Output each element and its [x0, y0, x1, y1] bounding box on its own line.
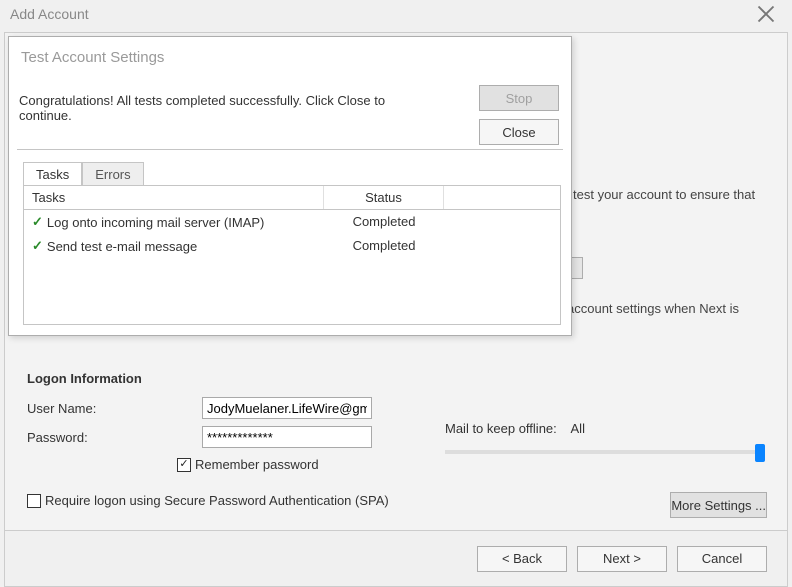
tasks-table-header: Tasks Status	[24, 186, 560, 210]
partial-description-1: test your account to ensure that	[573, 187, 763, 202]
remember-password-row[interactable]: Remember password	[177, 457, 319, 472]
tab-bar: Tasks Errors	[23, 161, 144, 188]
mail-offline-value: All	[571, 421, 585, 436]
divider	[17, 149, 563, 150]
checkmark-icon: ✓	[32, 238, 43, 254]
mail-offline-slider[interactable]	[445, 450, 763, 454]
col-status: Status	[324, 186, 444, 209]
task-status: Completed	[324, 212, 444, 232]
dialog-title: Test Account Settings	[21, 49, 164, 66]
username-label: User Name:	[27, 401, 202, 416]
back-button[interactable]: < Back	[477, 546, 567, 572]
task-name: Send test e-mail message	[47, 239, 197, 254]
checkmark-icon: ✓	[32, 214, 43, 230]
task-status: Completed	[324, 236, 444, 256]
tasks-table: Tasks Status ✓ Log onto incoming mail se…	[23, 185, 561, 325]
password-label: Password:	[27, 430, 202, 445]
remember-password-label: Remember password	[195, 457, 319, 472]
cancel-button[interactable]: Cancel	[677, 546, 767, 572]
add-account-window: Add Account test your account to ensure …	[0, 0, 792, 587]
password-row: Password:	[27, 426, 372, 448]
username-field[interactable]	[202, 397, 372, 419]
table-row: ✓ Send test e-mail message Completed	[24, 234, 560, 258]
mail-offline-section: Mail to keep offline: All	[445, 421, 763, 454]
logon-information-header: Logon Information	[27, 371, 142, 386]
partial-description-2: account settings when Next is	[567, 301, 753, 316]
test-account-settings-dialog: Test Account Settings Congratulations! A…	[8, 36, 572, 336]
wizard-footer: < Back Next > Cancel	[5, 530, 787, 586]
slider-thumb[interactable]	[755, 444, 765, 462]
username-row: User Name:	[27, 397, 372, 419]
col-tasks: Tasks	[24, 186, 324, 209]
stop-button: Stop	[479, 85, 559, 111]
mail-offline-label: Mail to keep offline:	[445, 421, 557, 436]
remember-password-checkbox[interactable]	[177, 458, 191, 472]
more-settings-button[interactable]: More Settings ...	[670, 492, 767, 518]
close-icon[interactable]	[756, 4, 776, 24]
dialog-message: Congratulations! All tests completed suc…	[19, 93, 439, 123]
next-button[interactable]: Next >	[577, 546, 667, 572]
spa-checkbox[interactable]	[27, 494, 41, 508]
password-field[interactable]	[202, 426, 372, 448]
task-name: Log onto incoming mail server (IMAP)	[47, 215, 264, 230]
spa-row[interactable]: Require logon using Secure Password Auth…	[27, 493, 389, 508]
close-button[interactable]: Close	[479, 119, 559, 145]
spa-label: Require logon using Secure Password Auth…	[45, 493, 389, 508]
window-title: Add Account	[10, 6, 89, 22]
table-row: ✓ Log onto incoming mail server (IMAP) C…	[24, 210, 560, 234]
